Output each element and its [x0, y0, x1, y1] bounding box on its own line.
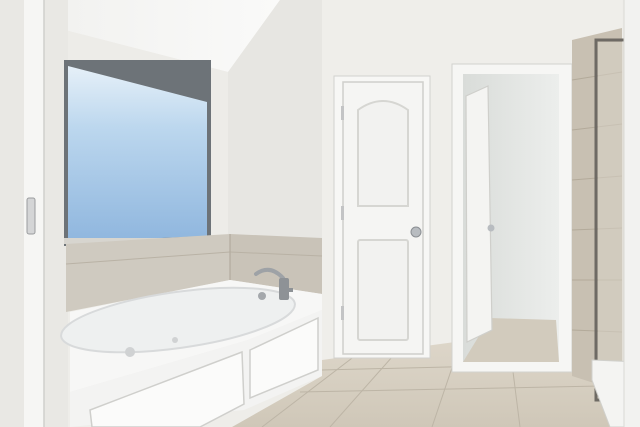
- door-upper-panel: [357, 100, 409, 207]
- jet-icon: [125, 347, 135, 357]
- door-lower-panel: [357, 239, 409, 341]
- shower-glass: [598, 42, 624, 398]
- right-wall-edge: [624, 0, 640, 427]
- photo-canvas: [0, 0, 640, 427]
- hallway-door[interactable]: [465, 85, 493, 343]
- hinge-icon: [26, 197, 36, 235]
- door-knob-icon[interactable]: [410, 226, 422, 238]
- door-knob-icon[interactable]: [487, 224, 495, 232]
- bathroom-photo: [0, 0, 640, 427]
